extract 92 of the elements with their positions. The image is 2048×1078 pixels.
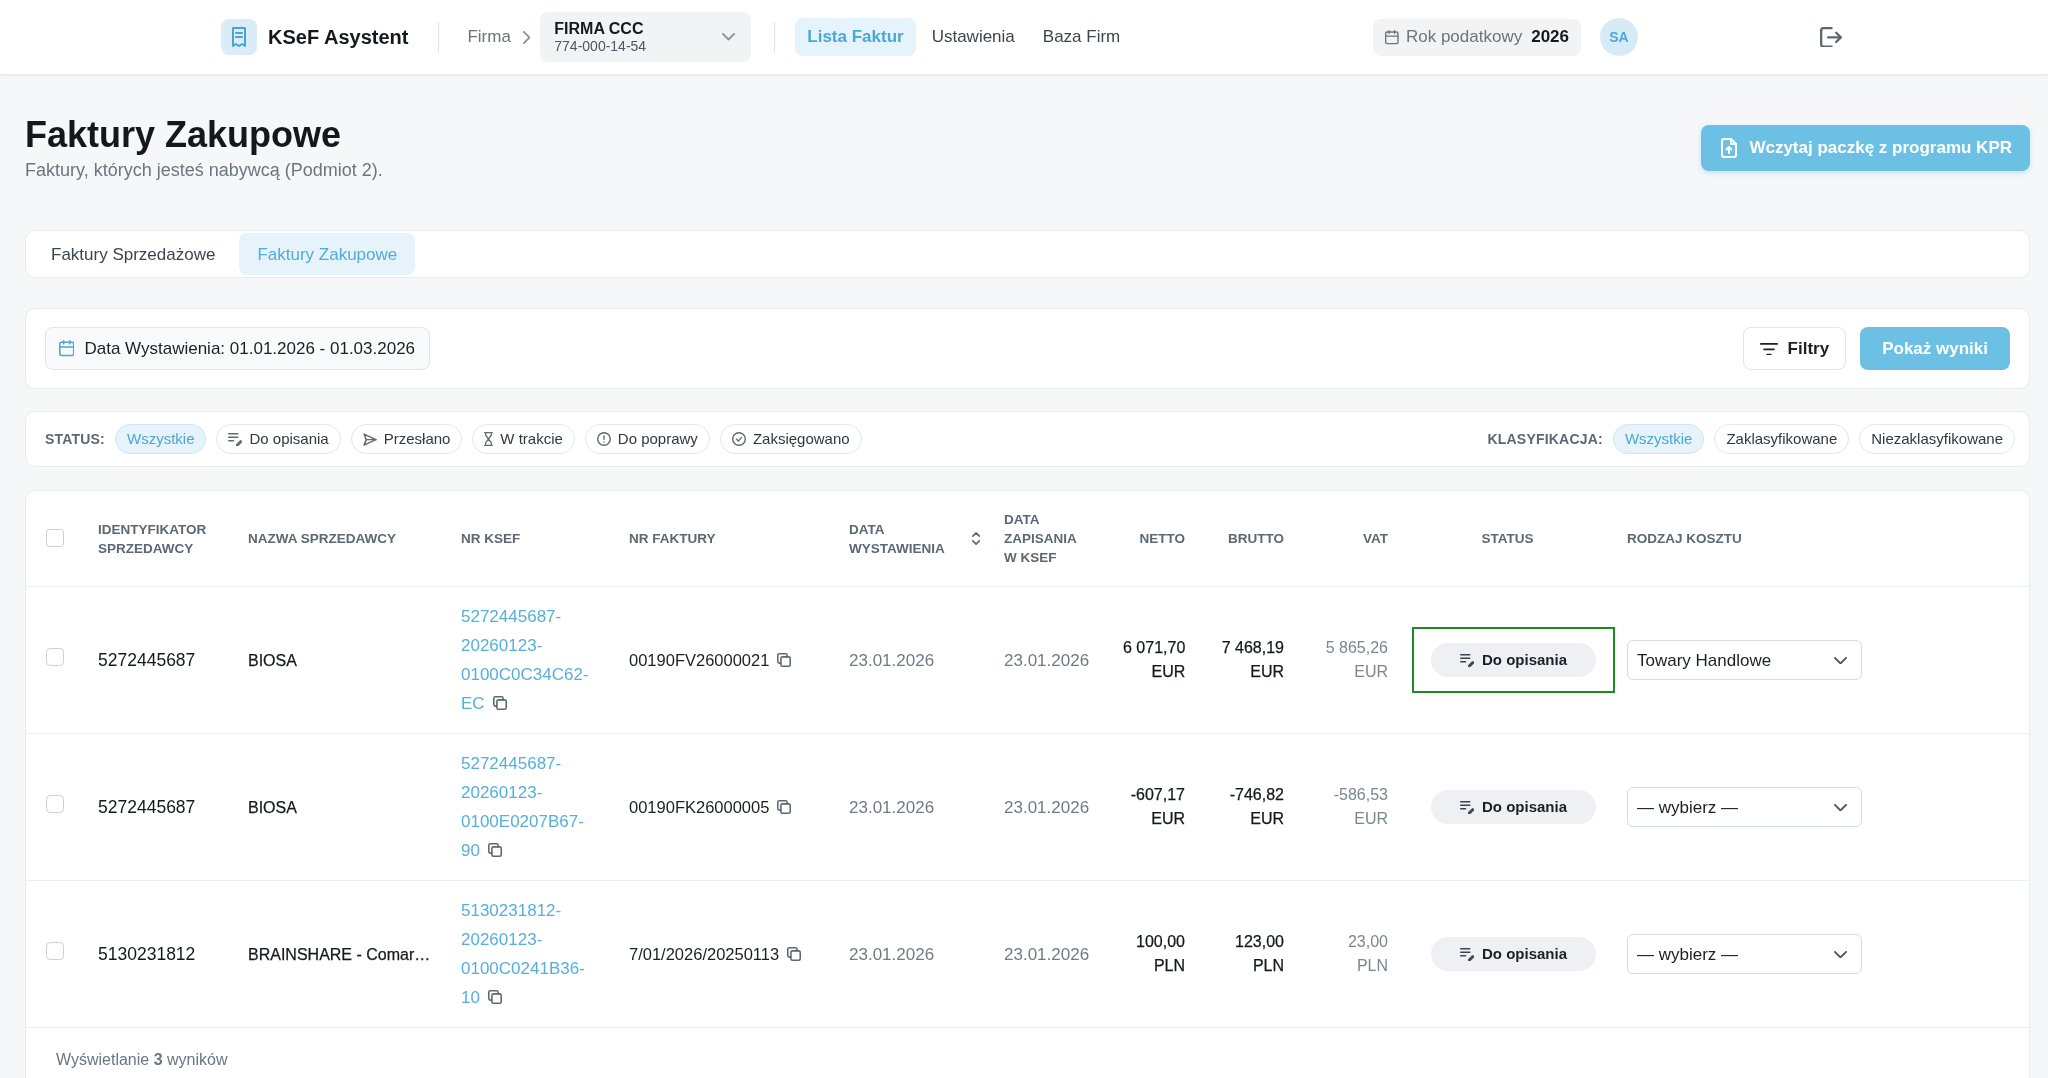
status-badge[interactable]: Do opisania <box>1431 790 1596 825</box>
filter-chip[interactable]: Niezaklasyfikowane <box>1859 424 2015 455</box>
company-select[interactable]: FIRMA CCC 774-000-14-54 <box>540 12 752 62</box>
row-checkbox[interactable] <box>46 794 64 813</box>
filters-button[interactable]: Filtry <box>1742 327 1847 371</box>
row-checkbox[interactable] <box>46 941 64 960</box>
column-header: DATA WYSTAWIENIA <box>849 521 946 558</box>
check-circle-icon <box>731 432 746 447</box>
gross-amount: -746,82 EUR <box>1229 785 1284 830</box>
filter-icon <box>1759 342 1778 356</box>
cost-type-select[interactable]: Towary Handlowe <box>1627 640 1862 681</box>
filter-chip[interactable]: Zaksięgowano <box>719 424 862 455</box>
nav-link[interactable]: Ustawienia <box>919 18 1027 56</box>
filter-chip[interactable]: W trakcie <box>472 424 575 455</box>
date-range-button[interactable]: Data Wystawienia: 01.01.2026 - 01.03.2026 <box>45 327 431 371</box>
invoice-number: 00190FK26000005 <box>629 797 770 819</box>
invoice-number: 00190FV26000021 <box>629 650 770 672</box>
copy-icon[interactable] <box>787 947 802 962</box>
send-icon <box>362 432 377 447</box>
seller-id: 5272445687 <box>98 797 196 818</box>
company-label: Firma <box>467 26 511 49</box>
chevron-down-icon <box>722 33 736 41</box>
calendar-icon <box>1385 29 1399 45</box>
cost-type-select[interactable]: — wybierz — <box>1627 787 1862 828</box>
seller-name: BRAINSHARE - Comar… <box>248 945 431 963</box>
logout-icon[interactable] <box>1820 26 1842 48</box>
net-amount: 100,00 PLN <box>1136 932 1185 977</box>
saved-date: 23.01.2026 <box>1004 944 1090 964</box>
seller-name: BIOSA <box>248 651 297 669</box>
receipt-icon <box>221 19 257 55</box>
filter-chip[interactable]: Do opisania <box>216 424 341 455</box>
status-badge[interactable]: Do opisania <box>1431 643 1596 678</box>
row-checkbox[interactable] <box>46 647 64 666</box>
column-header: NR FAKTURY <box>629 531 716 547</box>
filter-chip[interactable]: Przesłano <box>350 424 463 455</box>
column-header: NR KSEF <box>461 531 521 547</box>
list-pencil-icon <box>228 433 243 446</box>
tab[interactable]: Faktury Sprzedażowe <box>33 233 234 276</box>
vat-amount: 23,00 PLN <box>1347 932 1388 977</box>
list-pencil-icon <box>1460 654 1474 667</box>
page-subtitle: Faktury, których jesteś nabywcą (Podmiot 2). <box>25 159 383 183</box>
results-summary: Wyświetlanie 3 wyników <box>56 1051 228 1069</box>
seller-id: 5272445687 <box>98 650 196 671</box>
nav-link[interactable]: Baza Firm <box>1030 18 1133 56</box>
copy-icon[interactable] <box>492 696 507 711</box>
invoice-number: 7/01/2026/20250113 <box>629 944 780 966</box>
copy-icon[interactable] <box>777 653 792 668</box>
list-pencil-icon <box>1460 801 1474 814</box>
chevron-down-icon <box>1834 950 1847 959</box>
column-header: IDENTYFIKATOR SPRZEDAWCY <box>98 522 207 556</box>
net-amount: -607,17 EUR <box>1130 785 1185 830</box>
column-header: VAT <box>1363 531 1388 547</box>
calendar-icon <box>59 340 75 358</box>
chevron-right-icon <box>522 30 531 44</box>
issue-date: 23.01.2026 <box>849 650 935 670</box>
sort-icon[interactable] <box>971 532 980 546</box>
status-badge[interactable]: Do opisania <box>1431 937 1596 972</box>
seller-id: 5130231812 <box>98 944 196 965</box>
filter-label: KLASYFIKACJA: <box>1487 430 1603 449</box>
hourglass-icon <box>484 432 494 447</box>
column-header: RODZAJ KOSZTU <box>1627 531 1742 547</box>
list-pencil-icon <box>1460 948 1474 961</box>
column-header: STATUS <box>1481 531 1534 547</box>
chevron-down-icon <box>1834 656 1847 665</box>
issue-date: 23.01.2026 <box>849 944 935 964</box>
saved-date: 23.01.2026 <box>1004 797 1090 817</box>
gross-amount: 7 468,19 EUR <box>1221 638 1284 683</box>
copy-icon[interactable] <box>777 800 792 815</box>
issue-date: 23.01.2026 <box>849 797 935 817</box>
filter-chip[interactable]: Zaklasyfikowane <box>1714 424 1850 455</box>
page-title: Faktury Zakupowe <box>25 113 343 157</box>
seller-name: BIOSA <box>248 798 297 816</box>
file-upload-icon <box>1721 137 1738 158</box>
copy-icon[interactable] <box>487 990 502 1005</box>
vat-amount: 5 865,26 EUR <box>1325 638 1388 683</box>
saved-date: 23.01.2026 <box>1004 650 1090 670</box>
vat-amount: -586,53 EUR <box>1333 785 1388 830</box>
net-amount: 6 071,70 EUR <box>1123 638 1186 683</box>
exclamation-circle-icon <box>596 432 611 447</box>
select-all-checkbox[interactable] <box>46 529 64 548</box>
column-header: DATA ZAPISANIA W KSEF <box>1004 511 1078 568</box>
column-header: NETTO <box>1139 531 1185 547</box>
gross-amount: 123,00 PLN <box>1235 932 1284 977</box>
filter-label: STATUS: <box>45 430 105 449</box>
filter-chip[interactable]: Do poprawy <box>584 424 710 455</box>
app-title: KSeF Asystent <box>268 25 409 50</box>
chevron-down-icon <box>1834 803 1847 812</box>
column-header: NAZWA SPRZEDAWCY <box>248 531 396 547</box>
copy-icon[interactable] <box>487 843 502 858</box>
tax-year-selector[interactable]: Rok podatkowy 2026 <box>1373 18 1581 56</box>
column-header: BRUTTO <box>1228 531 1284 547</box>
cost-type-select[interactable]: — wybierz — <box>1627 934 1862 975</box>
